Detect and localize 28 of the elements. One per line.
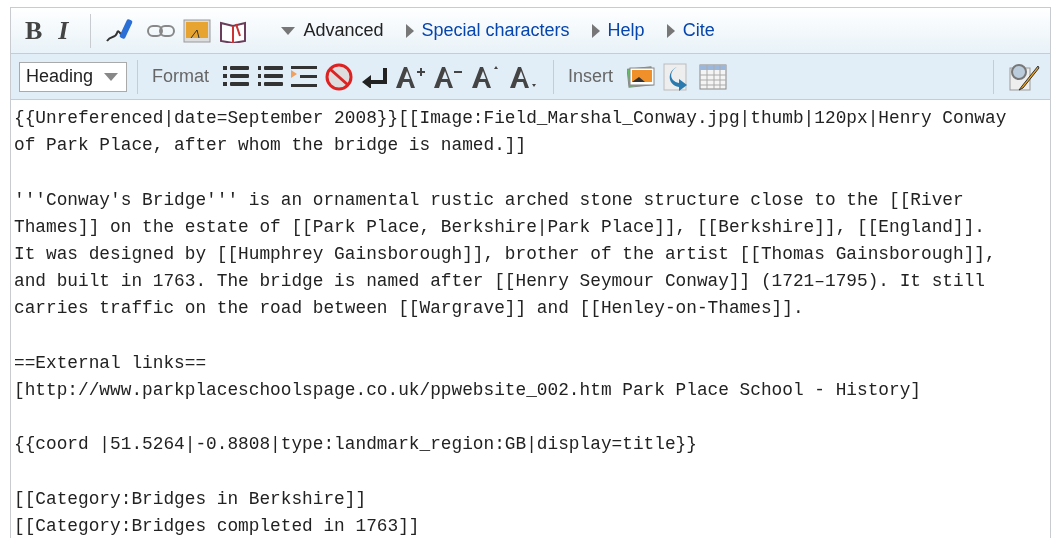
caret-down-icon (281, 26, 296, 35)
group-label: Insert (568, 66, 614, 87)
preview-pencil-icon[interactable] (1008, 62, 1040, 91)
group-label: Format (152, 66, 209, 87)
text-line: of Park Place, after whom the bridge is named.]] (14, 134, 528, 158)
text-line: [[Category:Bridges in Berkshire]] (14, 487, 368, 511)
toolbar-section-tab[interactable]: Help (591, 20, 645, 41)
text-line: ==External links== (14, 351, 208, 375)
bold-button[interactable]: B (25, 16, 43, 45)
text-line: [http://www.parkplaceschoolspage.co.uk/ppwebsite_002.htm Park Place School - History] (14, 379, 922, 402)
text-line: carries traffic on the road between [[Wargrave]] and [[Henley-on-Thames]]. (14, 297, 805, 321)
picture-icon[interactable] (183, 16, 212, 45)
heading-dropdown[interactable]: Heading (19, 61, 127, 92)
text-line: It was designed by [[Humphrey Gainsborough]], brother of the artist [[Thomas Gainsborough]], (14, 243, 997, 266)
caret-right-icon (666, 23, 675, 38)
caret-right-icon (591, 23, 600, 38)
toolbar-section-tab[interactable]: Cite (666, 20, 715, 41)
toolbar-section-tab[interactable]: Advanced (281, 20, 384, 41)
caret-right-icon (405, 23, 414, 38)
text-line: {{Unreferenced|date=September 2008}}[[Image:Field_Marshal_Conway.jpg|thumb|120px|Henry Conway (14, 107, 1008, 130)
text-line: Thames]] on the estate of [[Park Place, Berkshire|Park Place]], [[Berkshire]], [[England]]. (14, 215, 986, 239)
caret-down-icon (104, 72, 118, 81)
text-line: and built in 1763. The bridge is named after [[Henry Seymour Conway]] (1721–1795). It still (14, 270, 986, 294)
text-line: [[Category:Bridges completed in 1763]] (14, 515, 421, 538)
toolbar-section-tab[interactable]: Special characters (405, 20, 570, 41)
text-line: {{coord |51.5264|-0.8808|type:landmark_region:GB|display=title}} (14, 433, 698, 457)
italic-button[interactable]: I (58, 16, 69, 45)
text-line: '''Conway's Bridge''' is an ornamental rustic arched stone structure close to the [[River (14, 188, 965, 212)
